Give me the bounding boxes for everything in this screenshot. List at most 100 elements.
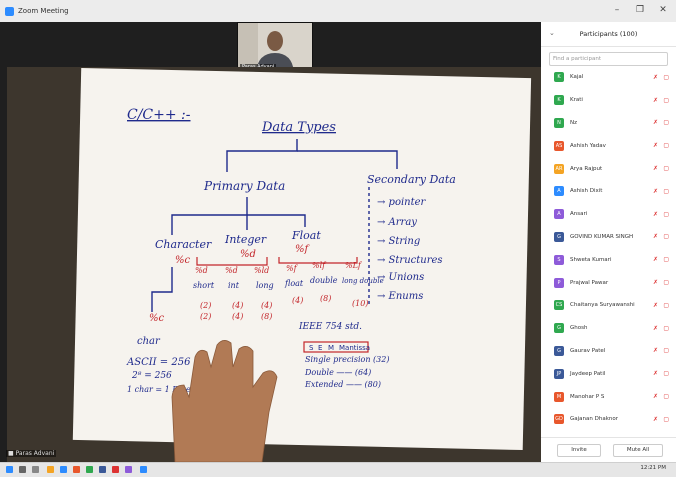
- app-icon[interactable]: [99, 466, 106, 473]
- avatar: G: [554, 231, 564, 242]
- wb-sec-item-6: → Enums: [377, 291, 423, 302]
- avatar: GD: [554, 414, 564, 425]
- wb-prec-1: Single precision (32): [305, 355, 389, 364]
- wb-char-type: char: [137, 336, 161, 347]
- avatar: S: [554, 254, 564, 265]
- muted-mic-icon[interactable]: ✗: [653, 233, 658, 240]
- app-icon[interactable]: [86, 466, 93, 473]
- participant-row[interactable]: AR Arya Rajput ✗ ▢: [541, 157, 676, 180]
- file-explorer-icon[interactable]: [47, 466, 54, 473]
- video-off-icon[interactable]: ▢: [663, 97, 669, 104]
- participant-row[interactable]: AS Ashish Yadav ✗ ▢: [541, 134, 676, 157]
- muted-mic-icon[interactable]: ✗: [653, 347, 658, 354]
- participant-name: Ashish Yadav: [570, 142, 606, 149]
- participant-name: GOVIND KUMAR SINGH: [570, 233, 634, 240]
- participant-name: Chaitanya Suryawanshi: [570, 302, 635, 309]
- muted-mic-icon[interactable]: ✗: [653, 97, 658, 104]
- muted-mic-icon[interactable]: ✗: [653, 256, 658, 263]
- whiteboard-video-frame: C/C++ :- Data Types Primary Data Seconda…: [7, 67, 541, 462]
- app-icon[interactable]: [125, 466, 132, 473]
- wb-character: Character: [155, 238, 212, 251]
- participant-name: Nz: [570, 119, 578, 126]
- video-off-icon[interactable]: ▢: [663, 325, 669, 332]
- participant-row[interactable]: GD Gajanan Dhaknor ✗ ▢: [541, 408, 676, 431]
- participant-name: Ansari: [570, 211, 588, 218]
- wb-ascii: ASCII = 256: [126, 357, 191, 368]
- muted-mic-icon[interactable]: ✗: [653, 302, 658, 309]
- video-off-icon[interactable]: ▢: [663, 370, 669, 377]
- participants-footer: Invite Mute All: [541, 437, 676, 462]
- participant-row[interactable]: G Ghosh ✗ ▢: [541, 317, 676, 340]
- task-view-icon[interactable]: [32, 466, 39, 473]
- avatar: G: [554, 345, 564, 356]
- video-off-icon[interactable]: ▢: [663, 165, 669, 172]
- participant-row[interactable]: JP Jaydeep Patil ✗ ▢: [541, 362, 676, 385]
- minimize-button[interactable]: –: [606, 3, 628, 17]
- participant-row[interactable]: P Prajwal Pawar ✗ ▢: [541, 271, 676, 294]
- participant-row[interactable]: G Gaurav Patel ✗ ▢: [541, 340, 676, 363]
- muted-mic-icon[interactable]: ✗: [653, 142, 658, 149]
- video-off-icon[interactable]: ▢: [663, 393, 669, 400]
- participant-row[interactable]: G GOVIND KUMAR SINGH ✗ ▢: [541, 226, 676, 249]
- muted-mic-icon[interactable]: ✗: [653, 119, 658, 126]
- muted-mic-icon[interactable]: ✗: [653, 188, 658, 195]
- muted-mic-icon[interactable]: ✗: [653, 393, 658, 400]
- participant-name: Gajanan Dhaknor: [570, 416, 619, 423]
- self-view-video[interactable]: Paras Advani: [237, 22, 313, 73]
- wb-prec-2: Double —— (64): [304, 368, 371, 377]
- avatar: AS: [554, 140, 564, 151]
- video-off-icon[interactable]: ▢: [663, 74, 669, 81]
- wb-primary: Primary Data: [203, 179, 285, 193]
- avatar: AR: [554, 163, 564, 174]
- zoom-taskbar-icon[interactable]: [140, 466, 147, 473]
- participant-row[interactable]: A Ansari ✗ ▢: [541, 203, 676, 226]
- browser-icon[interactable]: [60, 466, 67, 473]
- muted-mic-icon[interactable]: ✗: [653, 370, 658, 377]
- video-off-icon[interactable]: ▢: [663, 142, 669, 149]
- participant-row[interactable]: N Nz ✗ ▢: [541, 112, 676, 135]
- participant-name: Jaydeep Patil: [570, 370, 606, 377]
- muted-mic-icon[interactable]: ✗: [653, 325, 658, 332]
- muted-mic-icon[interactable]: ✗: [653, 211, 658, 218]
- maximize-button[interactable]: ❐: [629, 3, 651, 17]
- wb-float-fmt-2: %lf: [312, 261, 327, 270]
- participant-row[interactable]: A Ashish Dixit ✗ ▢: [541, 180, 676, 203]
- participant-search-input[interactable]: Find a participant: [549, 52, 668, 66]
- wb-ieee-cell-4: Mantissa: [339, 344, 370, 352]
- wb-int-fmt-1: %d: [195, 266, 208, 275]
- video-off-icon[interactable]: ▢: [663, 416, 669, 423]
- video-off-icon[interactable]: ▢: [663, 279, 669, 286]
- avatar: P: [554, 277, 564, 288]
- app-icon[interactable]: [112, 466, 119, 473]
- mute-all-button[interactable]: Mute All: [613, 444, 663, 457]
- participant-name: Krati: [570, 97, 583, 104]
- muted-mic-icon[interactable]: ✗: [653, 74, 658, 81]
- muted-mic-icon[interactable]: ✗: [653, 416, 658, 423]
- muted-mic-icon[interactable]: ✗: [653, 279, 658, 286]
- participant-row[interactable]: K Kajal ✗ ▢: [541, 66, 676, 89]
- video-off-icon[interactable]: ▢: [663, 302, 669, 309]
- search-icon[interactable]: [19, 466, 26, 473]
- participant-row[interactable]: CS Chaitanya Suryawanshi ✗ ▢: [541, 294, 676, 317]
- participant-row[interactable]: K Krati ✗ ▢: [541, 89, 676, 112]
- participant-list: K Kajal ✗ ▢ K Krati ✗ ▢ N Nz ✗ ▢ AS Ashish Yadav ✗ ▢…: [541, 66, 676, 436]
- avatar: K: [554, 72, 564, 83]
- start-icon[interactable]: [6, 466, 13, 473]
- video-off-icon[interactable]: ▢: [663, 211, 669, 218]
- participant-row[interactable]: M Manohar P S ✗ ▢: [541, 385, 676, 408]
- avatar: JP: [554, 368, 564, 379]
- office-icon[interactable]: [73, 466, 80, 473]
- video-off-icon[interactable]: ▢: [663, 119, 669, 126]
- zoom-logo-icon: [5, 6, 14, 16]
- video-off-icon[interactable]: ▢: [663, 256, 669, 263]
- video-off-icon[interactable]: ▢: [663, 233, 669, 240]
- avatar: M: [554, 391, 564, 402]
- close-button[interactable]: ✕: [652, 3, 674, 17]
- wb-int-type-1: short: [193, 281, 215, 290]
- video-off-icon[interactable]: ▢: [663, 347, 669, 354]
- participant-row[interactable]: S Shweta Kumari ✗ ▢: [541, 248, 676, 271]
- video-off-icon[interactable]: ▢: [663, 188, 669, 195]
- wb-float-type-3: long double: [342, 277, 384, 285]
- invite-button[interactable]: Invite: [557, 444, 601, 457]
- muted-mic-icon[interactable]: ✗: [653, 165, 658, 172]
